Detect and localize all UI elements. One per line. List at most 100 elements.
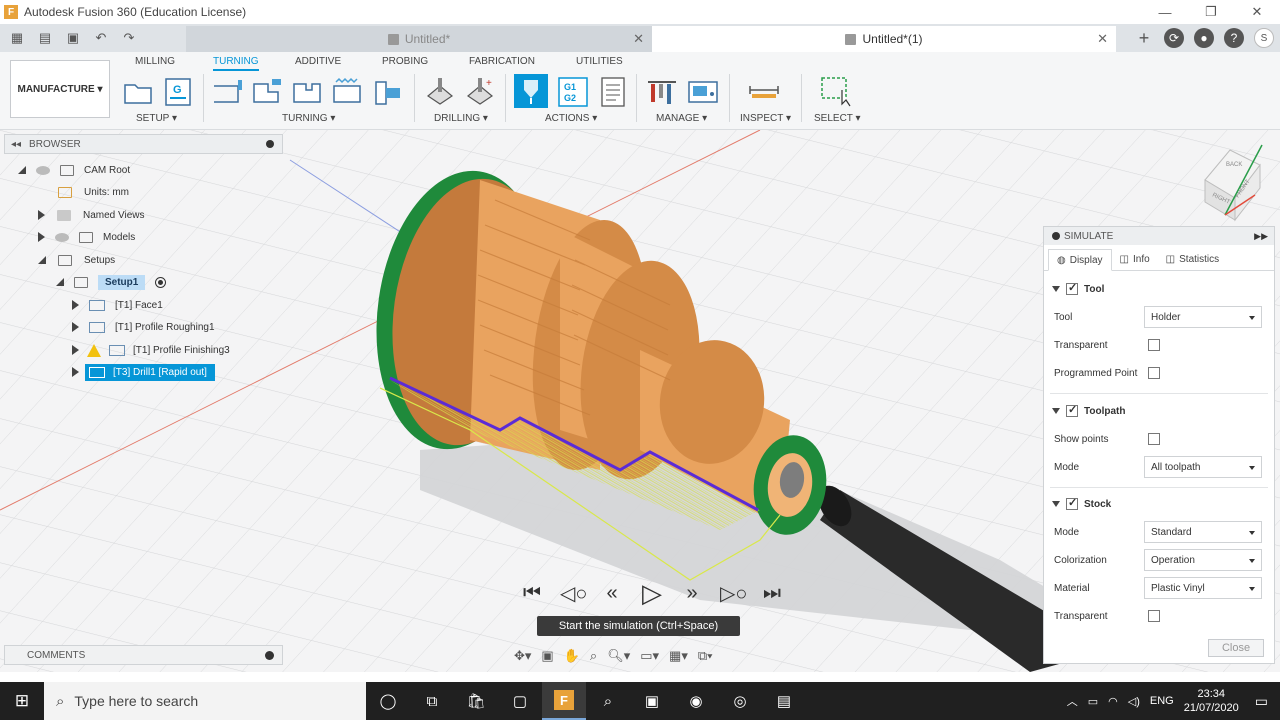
simulate-action-icon[interactable] xyxy=(514,74,548,108)
notification-center-icon[interactable]: ▭ xyxy=(1255,693,1268,710)
post-process-g1g2-icon[interactable]: G1G2 xyxy=(557,76,589,108)
expand-triangle-icon[interactable] xyxy=(72,300,79,310)
show-points-checkbox[interactable] xyxy=(1148,433,1160,445)
battery-icon[interactable]: ▭ xyxy=(1088,695,1098,708)
display-settings-icon[interactable]: ▭▾ xyxy=(640,648,659,664)
collapse-arrow-icon[interactable] xyxy=(1052,501,1060,507)
group-select[interactable]: SELECT ▾ xyxy=(814,113,861,124)
tool-checkbox[interactable] xyxy=(1066,281,1078,295)
activate-target-icon[interactable] xyxy=(155,276,167,288)
user-avatar[interactable]: S xyxy=(1254,28,1274,48)
file-explorer-icon[interactable]: ▤ xyxy=(762,682,806,720)
tab-probing[interactable]: PROBING xyxy=(382,56,428,67)
tree-item-profile-roughing1[interactable]: [T1] Profile Roughing1 xyxy=(72,318,215,336)
tab-untitled[interactable]: Untitled* ✕ xyxy=(186,26,652,52)
select-window-icon[interactable] xyxy=(820,76,852,108)
grid-settings-icon[interactable]: ▦▾ xyxy=(669,648,688,664)
setup-g-icon[interactable]: G xyxy=(162,76,194,108)
task-view-icon[interactable]: ⧉ xyxy=(410,682,454,720)
control-panel-icon[interactable]: ▣ xyxy=(630,682,674,720)
collapse-triangle-icon[interactable] xyxy=(38,256,46,264)
expand-triangle-icon[interactable] xyxy=(38,210,45,220)
collapse-arrow-icon[interactable] xyxy=(1052,408,1060,414)
expand-triangle-icon[interactable] xyxy=(38,232,45,242)
step-forward-icon[interactable]: » xyxy=(680,582,704,605)
windows-start-icon[interactable]: ⊞ xyxy=(0,691,44,711)
drill-icon[interactable] xyxy=(424,76,456,108)
expand-triangle-icon[interactable] xyxy=(72,322,79,332)
stock-transparent-checkbox[interactable] xyxy=(1148,610,1160,622)
tab-statistics[interactable]: ◫ Statistics xyxy=(1158,248,1227,270)
colorization-select[interactable]: Operation xyxy=(1144,549,1262,571)
collapse-triangle-icon[interactable] xyxy=(18,166,26,174)
fusion-360-taskbar-icon[interactable]: F xyxy=(542,682,586,720)
data-panel-grid-icon[interactable]: ▦ xyxy=(6,28,28,48)
workspace-switcher[interactable]: MANUFACTURE ▾ xyxy=(10,60,110,118)
undo-icon[interactable]: ↶ xyxy=(90,28,112,48)
chat-app-icon[interactable]: ◉ xyxy=(674,682,718,720)
close-window-button[interactable]: ✕ xyxy=(1234,0,1280,24)
measure-icon[interactable] xyxy=(748,76,780,108)
group-manage[interactable]: MANAGE ▾ xyxy=(656,113,707,124)
magnifier-icon[interactable]: ⌕ xyxy=(586,682,630,720)
collapse-icon[interactable]: ◂◂ xyxy=(11,139,21,150)
zoom-icon[interactable]: 🔍︎▾ xyxy=(607,648,630,664)
tab-additive[interactable]: ADDITIVE xyxy=(295,56,341,67)
group-setup[interactable]: SETUP ▾ xyxy=(136,113,177,124)
redo-icon[interactable]: ↷ xyxy=(118,28,140,48)
chrome-icon[interactable]: ◎ xyxy=(718,682,762,720)
group-turning[interactable]: TURNING ▾ xyxy=(282,113,335,124)
tab-utilities[interactable]: UTILITIES xyxy=(576,56,623,67)
help-icon[interactable]: ? xyxy=(1224,28,1244,48)
collapse-arrow-icon[interactable] xyxy=(1052,286,1060,292)
toolpath-mode-select[interactable]: All toolpath xyxy=(1144,456,1262,478)
expand-triangle-icon[interactable] xyxy=(72,367,79,377)
close-simulation-button[interactable]: Close xyxy=(1208,639,1264,657)
minimize-button[interactable]: — xyxy=(1142,0,1188,24)
tab-info[interactable]: ◫ Info xyxy=(1112,248,1158,270)
browser-header[interactable]: ◂◂ BROWSER xyxy=(4,134,283,154)
turning-profile-icon[interactable] xyxy=(252,76,284,108)
file-menu-icon[interactable]: ▤ xyxy=(34,28,56,48)
viewports-icon[interactable]: ⧉▾ xyxy=(698,648,713,664)
group-actions[interactable]: ACTIONS ▾ xyxy=(545,113,597,124)
volume-icon[interactable]: ◁) xyxy=(1128,695,1140,708)
add-comment-icon[interactable] xyxy=(265,650,274,660)
language-indicator[interactable]: ENG xyxy=(1150,695,1174,707)
comments-panel[interactable]: COMMENTS xyxy=(4,645,283,665)
tree-item-drill1[interactable]: [T3] Drill1 [Rapid out] xyxy=(72,363,215,381)
material-select[interactable]: Plastic Vinyl xyxy=(1144,577,1262,599)
expand-panel-icon[interactable]: ▶▶ xyxy=(1254,231,1268,242)
tree-item-cam-root[interactable]: CAM Root xyxy=(18,161,130,179)
zoom-window-icon[interactable]: ⌕ xyxy=(590,648,597,664)
close-tab-icon[interactable]: ✕ xyxy=(633,31,644,47)
show-hidden-icons-chevron-icon[interactable]: ︿ xyxy=(1067,693,1078,709)
tab-untitled-1[interactable]: Untitled*(1) ✕ xyxy=(652,26,1116,52)
section-toolpath[interactable]: Toolpath xyxy=(1052,403,1125,417)
tree-item-named-views[interactable]: Named Views xyxy=(38,206,145,224)
clock[interactable]: 23:34 21/07/2020 xyxy=(1184,687,1239,715)
section-stock[interactable]: Stock xyxy=(1052,496,1111,510)
tree-item-setup1[interactable]: Setup1 xyxy=(56,273,167,291)
tab-display[interactable]: ◍ Display xyxy=(1048,249,1112,271)
close-tab-icon[interactable]: ✕ xyxy=(1097,31,1108,47)
group-inspect[interactable]: INSPECT ▾ xyxy=(740,113,791,124)
cortana-icon[interactable]: ◯ xyxy=(366,682,410,720)
office-icon[interactable]: ▢ xyxy=(498,682,542,720)
visibility-eye-icon[interactable] xyxy=(36,165,50,175)
drill-plus-icon[interactable]: + xyxy=(464,76,496,108)
turning-face-icon[interactable] xyxy=(212,76,244,108)
programmed-point-checkbox[interactable] xyxy=(1148,367,1160,379)
pan-hand-icon[interactable]: ✋ xyxy=(564,648,580,664)
turning-part-icon[interactable] xyxy=(372,76,404,108)
step-back-icon[interactable]: « xyxy=(600,582,624,605)
tab-milling[interactable]: MILLING xyxy=(135,56,175,67)
orbit-icon[interactable]: ✥▾ xyxy=(514,648,531,664)
extensions-icon[interactable]: ⟳ xyxy=(1164,28,1184,48)
collapse-triangle-icon[interactable] xyxy=(56,278,64,286)
visibility-eye-icon[interactable] xyxy=(55,232,69,242)
maximize-button[interactable]: ❐ xyxy=(1188,0,1234,24)
play-icon[interactable]: ▷ xyxy=(640,578,664,609)
skip-to-start-icon[interactable]: ⏮ xyxy=(520,582,544,605)
taskbar-search-box[interactable]: ⌕ Type here to search xyxy=(44,682,366,720)
